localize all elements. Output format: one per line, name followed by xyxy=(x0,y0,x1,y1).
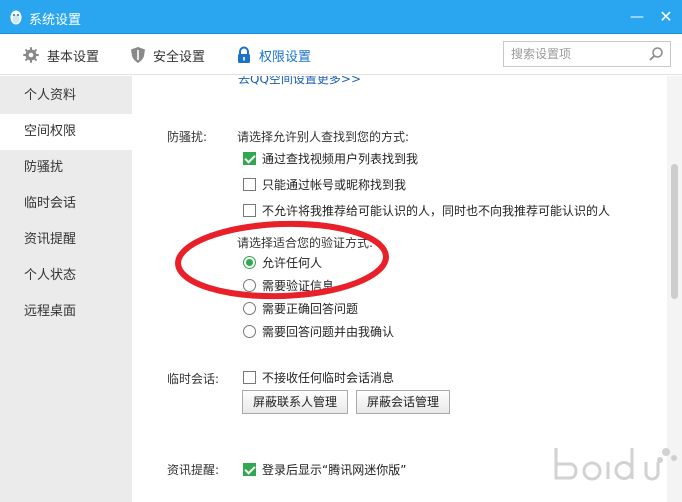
search-icon[interactable] xyxy=(648,46,664,62)
verify-option-message[interactable]: 需要验证信息 xyxy=(243,277,334,293)
checkbox-video-list[interactable] xyxy=(243,151,256,165)
option-label: 需要验证信息 xyxy=(262,278,335,293)
news-reminder-label: 资讯提醒: xyxy=(167,463,220,477)
baidu-watermark xyxy=(554,448,677,481)
sidebar-item-personal-status[interactable]: 个人状态 xyxy=(0,258,132,294)
settings-toolbar: 基本设置 安全设置 权限设置 xyxy=(0,35,682,75)
radio-anyone[interactable] xyxy=(243,255,256,269)
temp-session-label: 临时会话: xyxy=(167,372,220,386)
sidebar-item-temp-session[interactable]: 临时会话 xyxy=(0,186,132,222)
close-button[interactable]: ✕ xyxy=(655,6,677,28)
find-option-video-list[interactable]: 通过查找视频用户列表找到我 xyxy=(243,150,418,166)
window-title: 系统设置 xyxy=(29,13,82,28)
option-label: 需要正确回答问题 xyxy=(262,301,359,316)
sidebar-item-label: 防骚扰 xyxy=(24,160,64,175)
option-label: 登录后显示“腾讯网迷你版” xyxy=(262,462,407,477)
title-bar[interactable]: 系统设置 — ✕ xyxy=(0,0,682,34)
tab-permission-label: 权限设置 xyxy=(259,49,312,65)
anti-harass-label: 防骚扰: xyxy=(167,130,208,144)
tab-basic-settings[interactable]: 基本设置 xyxy=(22,35,99,75)
search-box[interactable] xyxy=(503,41,671,67)
find-option-no-recommend[interactable]: 不允许将我推荐给可能认识的人，同时也不向我推荐可能认识的人 xyxy=(243,202,610,218)
sidebar-item-space-permission[interactable]: 空间权限 xyxy=(0,114,132,150)
sidebar-item-label: 空间权限 xyxy=(24,124,77,139)
shield-icon xyxy=(131,47,145,63)
qzone-more-link[interactable]: 去QQ空间设置更多>> xyxy=(238,76,361,87)
sidebar-item-label: 远程桌面 xyxy=(24,304,77,319)
option-label: 不允许将我推荐给可能认识的人，同时也不向我推荐可能认识的人 xyxy=(262,203,611,218)
tab-permission-settings[interactable]: 权限设置 xyxy=(236,35,311,75)
option-label: 允许任何人 xyxy=(262,255,323,270)
temp-session-option[interactable]: 不接收任何临时会话消息 xyxy=(243,369,394,385)
scroll-thumb[interactable] xyxy=(671,164,678,299)
news-option[interactable]: 登录后显示“腾讯网迷你版” xyxy=(243,461,406,477)
verify-option-answer-confirm[interactable]: 需要回答问题并由我确认 xyxy=(243,323,394,339)
tab-security-settings[interactable]: 安全设置 xyxy=(130,35,205,75)
radio-answer-confirm[interactable] xyxy=(243,324,256,338)
option-label: 通过查找视频用户列表找到我 xyxy=(262,151,419,166)
option-label: 需要回答问题并由我确认 xyxy=(262,324,395,339)
tab-security-label: 安全设置 xyxy=(153,49,206,65)
checkbox-reject-temp-session[interactable] xyxy=(243,370,256,384)
option-label: 不接收任何临时会话消息 xyxy=(262,370,395,385)
block-sessions-button[interactable]: 屏蔽会话管理 xyxy=(356,390,451,414)
checkbox-show-mini-news[interactable] xyxy=(243,462,256,476)
minimize-button[interactable]: — xyxy=(626,6,648,28)
verify-option-anyone[interactable]: 允许任何人 xyxy=(243,254,322,270)
checkbox-no-recommend[interactable] xyxy=(243,203,256,217)
block-contacts-button[interactable]: 屏蔽联系人管理 xyxy=(242,390,349,414)
lock-icon xyxy=(238,46,250,63)
search-input[interactable] xyxy=(504,42,644,66)
sidebar-item-label: 临时会话 xyxy=(24,196,77,211)
find-option-account-only[interactable]: 只能通过帐号或昵称找到我 xyxy=(243,176,406,192)
sidebar-item-anti-harass[interactable]: 防骚扰 xyxy=(0,150,132,186)
penguin-icon xyxy=(10,10,22,25)
sidebar-item-profile[interactable]: 个人资料 xyxy=(0,78,132,114)
gear-icon xyxy=(23,47,39,63)
sidebar-item-remote-desktop[interactable]: 远程桌面 xyxy=(0,294,132,330)
find-method-prompt: 请选择允许别人查找到您的方式: xyxy=(237,130,410,144)
sidebar-item-news-reminder[interactable]: 资讯提醒 xyxy=(0,222,132,258)
verify-method-prompt: 请选择适合您的验证方式: xyxy=(237,236,374,250)
sidebar-item-label: 个人状态 xyxy=(24,268,77,283)
checkbox-account-only[interactable] xyxy=(243,177,256,191)
sidebar-item-label: 个人资料 xyxy=(24,88,77,103)
tab-basic-label: 基本设置 xyxy=(47,49,100,65)
sidebar-item-label: 资讯提醒 xyxy=(24,232,77,247)
radio-correct-answer[interactable] xyxy=(243,301,256,315)
option-label: 只能通过帐号或昵称找到我 xyxy=(262,177,407,192)
settings-sidebar: 个人资料 空间权限 防骚扰 临时会话 资讯提醒 个人状态 远程桌面 xyxy=(0,76,132,502)
verify-option-answer[interactable]: 需要正确回答问题 xyxy=(243,300,358,316)
radio-verify-message[interactable] xyxy=(243,278,256,292)
